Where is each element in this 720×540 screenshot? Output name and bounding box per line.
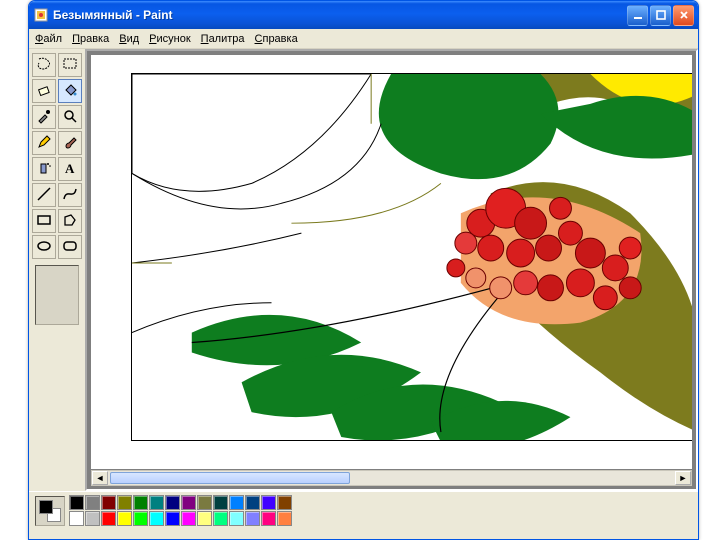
menu-view[interactable]: Вид — [119, 33, 139, 45]
tool-eraser[interactable] — [32, 79, 56, 103]
tool-free-select[interactable] — [32, 53, 56, 77]
color-swatch[interactable] — [277, 511, 292, 526]
ellipse-icon — [36, 238, 52, 257]
magnifier-icon — [62, 108, 78, 127]
color-swatch[interactable] — [261, 495, 276, 510]
menu-help[interactable]: Справка — [255, 33, 298, 45]
color-swatch[interactable] — [213, 495, 228, 510]
tool-options[interactable] — [35, 265, 79, 325]
tool-picker[interactable] — [32, 105, 56, 129]
close-button[interactable] — [673, 5, 694, 26]
tool-curve[interactable] — [58, 183, 82, 207]
text-icon: A — [62, 160, 78, 179]
curve-icon — [62, 186, 78, 205]
canvas-area: ◄ ► — [85, 49, 698, 491]
tool-rect-select[interactable] — [58, 53, 82, 77]
color-swatch[interactable] — [149, 511, 164, 526]
rect-select-icon — [62, 56, 78, 75]
toolbox: A — [29, 49, 85, 491]
airbrush-icon — [36, 160, 52, 179]
fill-icon — [62, 82, 78, 101]
tool-magnifier[interactable] — [58, 105, 82, 129]
paint-window: Безымянный - Paint Файл Правка Вид Рисун… — [28, 0, 699, 540]
tool-airbrush[interactable] — [32, 157, 56, 181]
scroll-right-button[interactable]: ► — [675, 471, 691, 485]
color-swatch[interactable] — [85, 495, 100, 510]
menu-image[interactable]: Рисунок — [149, 33, 191, 45]
color-swatch[interactable] — [197, 511, 212, 526]
foreground-color-swatch[interactable] — [39, 500, 53, 514]
menubar: Файл Правка Вид Рисунок Палитра Справка — [29, 29, 698, 49]
menu-colors[interactable]: Палитра — [201, 33, 245, 45]
color-swatch[interactable] — [101, 511, 116, 526]
maximize-button[interactable] — [650, 5, 671, 26]
picker-icon — [36, 108, 52, 127]
color-swatch[interactable] — [149, 495, 164, 510]
titlebar[interactable]: Безымянный - Paint — [29, 1, 698, 29]
tool-pencil[interactable] — [32, 131, 56, 155]
client-area: A — [29, 49, 698, 491]
tool-ellipse[interactable] — [32, 235, 56, 259]
color-swatch[interactable] — [101, 495, 116, 510]
svg-text:A: A — [65, 161, 75, 176]
window-title: Безымянный - Paint — [53, 8, 627, 22]
color-swatch[interactable] — [181, 495, 196, 510]
scroll-left-button[interactable]: ◄ — [92, 471, 108, 485]
color-palette — [69, 495, 292, 526]
color-swatch[interactable] — [213, 511, 228, 526]
minimize-button[interactable] — [627, 5, 648, 26]
tool-rectangle[interactable] — [32, 209, 56, 233]
color-swatch[interactable] — [277, 495, 292, 510]
app-icon — [33, 7, 49, 23]
brush-icon — [62, 134, 78, 153]
color-swatch[interactable] — [165, 511, 180, 526]
polygon-icon — [62, 212, 78, 231]
tool-fill[interactable] — [58, 79, 82, 103]
color-swatch[interactable] — [165, 495, 180, 510]
color-swatch[interactable] — [133, 495, 148, 510]
pencil-icon — [36, 134, 52, 153]
statusbar — [29, 529, 698, 539]
color-swatch[interactable] — [197, 495, 212, 510]
tool-text[interactable]: A — [58, 157, 82, 181]
color-swatch[interactable] — [229, 495, 244, 510]
color-palette-bar — [29, 491, 698, 529]
tool-rounded-rect[interactable] — [58, 235, 82, 259]
color-swatch[interactable] — [245, 511, 260, 526]
rectangle-icon — [36, 212, 52, 231]
menu-edit[interactable]: Правка — [72, 33, 109, 45]
color-swatch[interactable] — [229, 511, 244, 526]
free-select-icon — [36, 56, 52, 75]
menu-file[interactable]: Файл — [35, 33, 62, 45]
eraser-icon — [36, 82, 52, 101]
color-swatch[interactable] — [133, 511, 148, 526]
tool-polygon[interactable] — [58, 209, 82, 233]
rounded-rect-icon — [62, 238, 78, 257]
color-swatch[interactable] — [261, 511, 276, 526]
canvas[interactable] — [131, 73, 692, 441]
tool-line[interactable] — [32, 183, 56, 207]
color-swatch[interactable] — [117, 511, 132, 526]
color-swatch[interactable] — [85, 511, 100, 526]
line-icon — [36, 186, 52, 205]
scroll-thumb[interactable] — [110, 472, 350, 484]
current-colors[interactable] — [35, 496, 65, 526]
color-swatch[interactable] — [117, 495, 132, 510]
scroll-track[interactable] — [108, 471, 675, 485]
horizontal-scrollbar[interactable]: ◄ ► — [91, 470, 692, 486]
tool-brush[interactable] — [58, 131, 82, 155]
color-swatch[interactable] — [69, 511, 84, 526]
color-swatch[interactable] — [245, 495, 260, 510]
color-swatch[interactable] — [69, 495, 84, 510]
color-swatch[interactable] — [181, 511, 196, 526]
